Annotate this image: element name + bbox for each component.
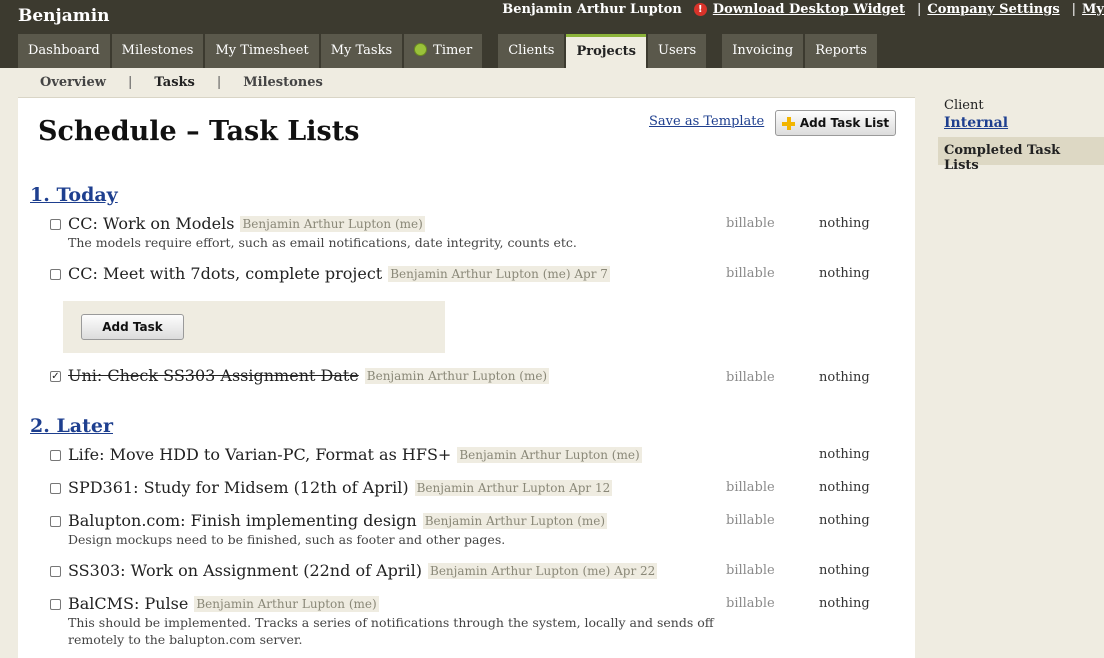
billable-amount: nothing	[819, 447, 870, 462]
task-name[interactable]: SPD361: Study for Midsem (12th of April)…	[68, 478, 613, 497]
task-name[interactable]: Balupton.com: Finish implementing design…	[68, 511, 608, 530]
assignee-badge: Benjamin Arthur Lupton Apr 12	[414, 480, 613, 496]
sub-navigation: Overview | Tasks | Milestones	[18, 68, 915, 98]
task-name-text: CC: Work on Models	[68, 214, 235, 233]
add-task-button[interactable]: Add Task	[81, 314, 184, 340]
billable-amount: nothing	[819, 563, 870, 578]
task-name-text: SPD361: Study for Midsem (12th of April)	[68, 478, 409, 497]
my-link[interactable]: My	[1082, 2, 1104, 17]
task-name-text: CC: Meet with 7dots, complete project	[68, 264, 383, 283]
task-name[interactable]: Uni: Check SS303 Assignment Date Benjamin…	[68, 366, 550, 385]
separator: |	[1071, 1, 1077, 17]
add-task-list-button[interactable]: Add Task List	[775, 110, 896, 136]
tab-my-timesheet[interactable]: My Timesheet	[205, 34, 319, 68]
current-user: Benjamin Arthur Lupton	[502, 1, 682, 17]
assignee-badge: Benjamin Arthur Lupton (me)	[422, 513, 608, 529]
billable-status: billable	[726, 563, 775, 578]
billable-amount: nothing	[819, 513, 870, 528]
task-name[interactable]: CC: Meet with 7dots, complete project Ben…	[68, 264, 610, 283]
task-checkbox[interactable]	[50, 483, 61, 494]
task-name-text: Balupton.com: Finish implementing design	[68, 511, 417, 530]
assignee-badge: Benjamin Arthur Lupton (me)	[457, 447, 642, 463]
tab-clients[interactable]: Clients	[498, 34, 565, 68]
task-name[interactable]: BalCMS: Pulse Benjamin Arthur Lupton (me)	[68, 594, 379, 613]
tab-invoicing[interactable]: Invoicing	[722, 34, 804, 68]
billable-status: billable	[726, 513, 775, 528]
task-description: This should be implemented. Tracks a ser…	[68, 615, 714, 647]
tab-dashboard[interactable]: Dashboard	[18, 34, 110, 68]
task-name[interactable]: Life: Move HDD to Varian-PC, Format as H…	[68, 445, 642, 464]
task-name-text: Life: Move HDD to Varian-PC, Format as H…	[68, 445, 452, 464]
task-name-text: SS303: Work on Assignment (22nd of April…	[68, 561, 422, 580]
top-links: Benjamin Arthur Lupton ! Download Deskto…	[502, 0, 1104, 18]
subnav-tasks[interactable]: Tasks	[132, 75, 217, 90]
tab-timer[interactable]: Timer	[404, 34, 483, 68]
save-as-template-link[interactable]: Save as Template	[649, 114, 764, 129]
timer-icon	[414, 43, 428, 56]
task-checkbox[interactable]	[50, 219, 61, 230]
subnav-overview[interactable]: Overview	[18, 75, 128, 90]
separator: |	[916, 1, 922, 17]
assignee-badge: Benjamin Arthur Lupton (me) Apr 22	[428, 563, 658, 579]
assignee-badge: Benjamin Arthur Lupton (me)	[364, 368, 550, 384]
task-list-title-today[interactable]: 1. Today	[30, 184, 118, 206]
plus-icon	[781, 116, 795, 130]
task-name-text: BalCMS: Pulse	[68, 594, 189, 613]
task-checkbox[interactable]	[50, 269, 61, 280]
task-checkbox[interactable]	[50, 450, 61, 461]
top-header: Benjamin Benjamin Arthur Lupton ! Downlo…	[0, 0, 1104, 68]
subnav-milestones[interactable]: Milestones	[221, 75, 345, 90]
billable-status: billable	[726, 370, 775, 385]
brand-name: Benjamin	[18, 6, 110, 26]
task-description: The models require effort, such as email…	[68, 235, 577, 250]
tab-reports[interactable]: Reports	[805, 34, 877, 68]
main-tabs: Dashboard Milestones My Timesheet My Tas…	[18, 34, 879, 68]
assignee-badge: Benjamin Arthur Lupton (me)	[240, 216, 425, 232]
assignee-badge: Benjamin Arthur Lupton (me)	[194, 596, 379, 612]
billable-status: billable	[726, 266, 775, 281]
billable-amount: nothing	[819, 266, 870, 281]
billable-amount: nothing	[819, 596, 870, 611]
billable-amount: nothing	[819, 370, 870, 385]
billable-status: billable	[726, 216, 775, 231]
tab-milestones[interactable]: Milestones	[111, 34, 204, 68]
assignee-badge: Benjamin Arthur Lupton (me) Apr 7	[388, 266, 610, 282]
task-checkbox-checked[interactable]: ✓	[50, 371, 61, 382]
client-link[interactable]: Internal	[944, 115, 1008, 131]
tab-projects[interactable]: Projects	[566, 34, 646, 68]
add-task-panel: Add Task	[63, 301, 445, 353]
billable-status: billable	[726, 480, 775, 495]
tab-timer-label: Timer	[433, 43, 473, 58]
completed-task-lists-link[interactable]: Completed Task Lists	[938, 137, 1104, 173]
task-name[interactable]: CC: Work on Models Benjamin Arthur Lupton…	[68, 214, 425, 233]
main-content: Schedule – Task Lists Save as Template A…	[18, 98, 915, 658]
tab-my-tasks[interactable]: My Tasks	[320, 34, 403, 68]
download-widget-link[interactable]: Download Desktop Widget	[713, 2, 905, 17]
billable-amount: nothing	[819, 480, 870, 495]
client-label: Client	[944, 98, 984, 113]
billable-amount: nothing	[819, 216, 870, 231]
task-checkbox[interactable]	[50, 516, 61, 527]
tab-users[interactable]: Users	[647, 34, 707, 68]
task-list-title-later[interactable]: 2. Later	[30, 415, 113, 437]
task-name[interactable]: SS303: Work on Assignment (22nd of April…	[68, 561, 658, 580]
task-description: Design mockups need to be finished, such…	[68, 532, 506, 547]
task-checkbox[interactable]	[50, 599, 61, 610]
add-task-list-label: Add Task List	[799, 116, 890, 130]
task-name-text: Uni: Check SS303 Assignment Date	[68, 366, 359, 385]
alert-icon: !	[693, 2, 707, 16]
page-title: Schedule – Task Lists	[38, 116, 360, 147]
billable-status: billable	[726, 596, 775, 611]
task-checkbox[interactable]	[50, 566, 61, 577]
company-settings-link[interactable]: Company Settings	[927, 2, 1059, 17]
